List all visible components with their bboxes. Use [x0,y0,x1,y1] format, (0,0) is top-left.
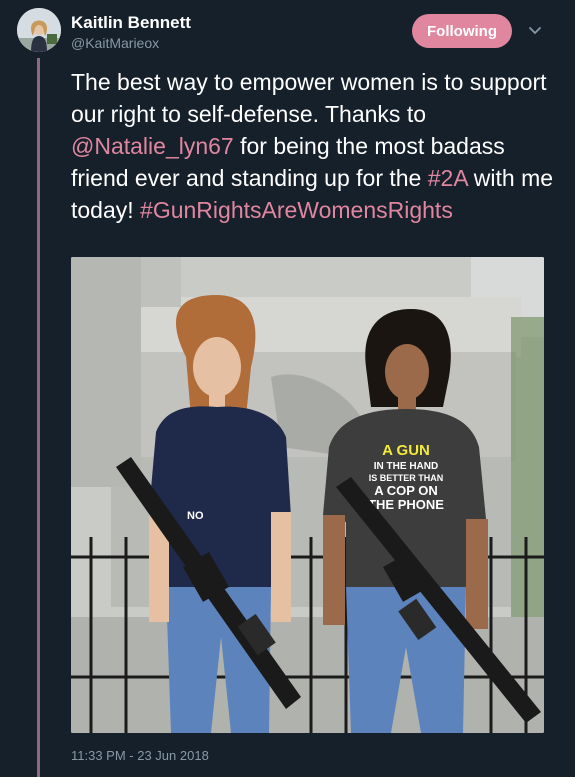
hashtag-link[interactable]: #GunRightsAreWomensRights [140,197,453,223]
tweet-timestamp[interactable]: 11:33 PM - 23 Jun 2018 [71,748,209,763]
following-button[interactable]: Following [412,14,512,48]
thread-line [37,58,40,777]
shirt-text-line: A GUN [382,442,430,459]
tweet-photo[interactable]: NO A GUN IN THE HAND IS BETTER THAN A CO… [71,257,544,733]
photo-illustration: NO A GUN IN THE HAND IS BETTER THAN A CO… [71,257,544,733]
shirt-text-line: THE PHONE [368,497,444,512]
avatar[interactable] [17,8,61,52]
shirt-text-line: A COP ON [374,483,438,498]
chevron-down-icon[interactable] [527,22,543,38]
mention-link[interactable]: @Natalie_lyn67 [71,133,234,159]
tweet-text-segment: The best way to empower women is to supp… [71,69,547,127]
hashtag-link[interactable]: #2A [428,165,468,191]
user-name[interactable]: Kaitlin Bennett [71,13,191,33]
user-handle[interactable]: @KaitMarieox [71,35,159,51]
shirt-text-line: IS BETTER THAN [369,473,444,483]
left-shirt-text: NO [187,510,204,522]
shirt-text-line: IN THE HAND [374,461,438,472]
tweet-text: The best way to empower women is to supp… [71,66,556,226]
